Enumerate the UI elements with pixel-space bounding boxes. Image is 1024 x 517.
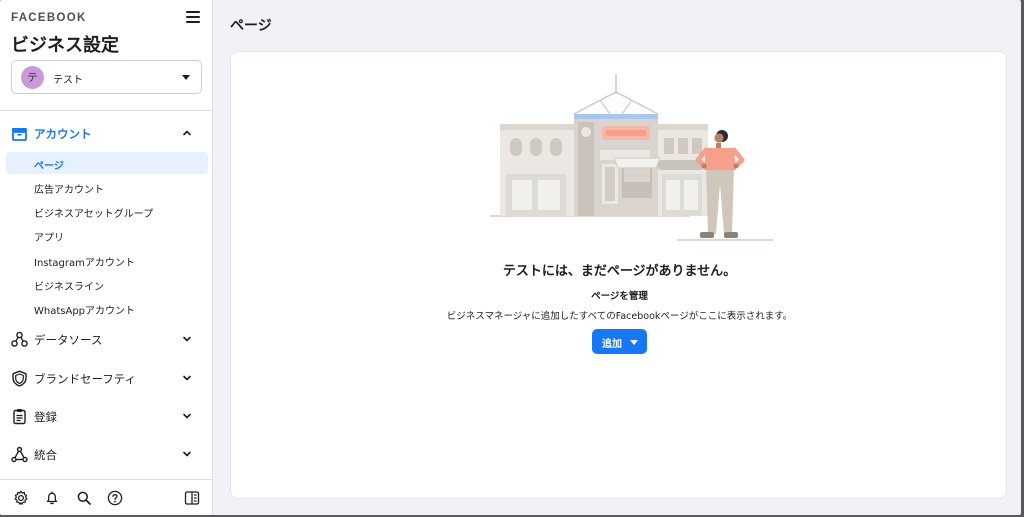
section-integration-label: 統合	[34, 448, 57, 462]
sidebar-item-business-lines[interactable]: ビジネスライン	[6, 273, 208, 295]
empty-state-card: テストには、まだページがありません。 ページを管理 ビジネスマネージャに追加した…	[230, 51, 1007, 499]
help-icon[interactable]	[107, 490, 123, 506]
chevron-down-icon	[183, 336, 191, 342]
add-button[interactable]: 追加	[592, 329, 647, 354]
section-registration[interactable]: 登録	[0, 401, 213, 431]
section-brand-safety-label: ブランドセーフティ	[34, 372, 137, 386]
sidebar-item-label: アプリ	[34, 233, 64, 244]
sidebar-item-label: 広告アカウント	[34, 185, 104, 196]
briefcase-icon	[12, 128, 27, 141]
integration-icon	[11, 446, 28, 463]
section-brand-safety[interactable]: ブランドセーフティ	[0, 363, 213, 393]
sidebar-item-label: ビジネスアセットグループ	[34, 209, 154, 220]
section-integration[interactable]: 統合	[0, 439, 213, 469]
sidebar-item-pages[interactable]: ページ	[6, 152, 208, 174]
shield-icon	[12, 370, 27, 387]
add-button-label: 追加	[602, 339, 622, 350]
gear-icon[interactable]	[13, 490, 29, 506]
sidebar-item-instagram-accounts[interactable]: Instagramアカウント	[6, 249, 208, 271]
sidebar-item-label: WhatsAppアカウント	[34, 306, 136, 317]
sidebar-item-label: Instagramアカウント	[34, 258, 135, 269]
sidebar-footer	[0, 479, 213, 515]
data-sources-icon	[11, 331, 28, 347]
clipboard-icon	[13, 409, 26, 425]
empty-state-title: テストには、まだページがありません。	[502, 264, 737, 279]
page-title: ビジネス設定	[11, 35, 119, 56]
chevron-down-icon	[183, 375, 191, 381]
sidebar: FACEBOOK ビジネス設定 テ テスト アカウント ページ 広告アカウント	[0, 0, 213, 515]
panel-toggle-icon[interactable]	[184, 490, 200, 506]
manage-pages-label: ページを管理	[591, 291, 648, 302]
bell-icon[interactable]	[44, 490, 60, 506]
business-account-selector[interactable]: テ テスト	[11, 60, 202, 94]
sidebar-item-label: ビジネスライン	[34, 282, 104, 293]
empty-state-description: ビジネスマネージャに追加したすべてのFacebookページがここに表示されます。	[446, 311, 793, 322]
section-accounts-label: アカウント	[34, 127, 92, 141]
section-data-sources[interactable]: データソース	[0, 324, 213, 354]
chevron-down-icon	[183, 413, 191, 419]
account-name: テスト	[53, 75, 83, 86]
section-registration-label: 登録	[34, 410, 57, 424]
chevron-up-icon	[183, 130, 191, 136]
section-heading: ページ	[230, 18, 272, 34]
avatar: テ	[21, 66, 44, 89]
caret-down-icon	[630, 340, 638, 345]
chevron-down-icon	[183, 451, 191, 457]
section-data-sources-label: データソース	[34, 333, 103, 347]
divider	[0, 110, 213, 111]
app-window: FACEBOOK ビジネス設定 テ テスト アカウント ページ 広告アカウント	[0, 0, 1021, 515]
caret-down-icon	[182, 75, 190, 80]
sidebar-item-label: ページ	[34, 161, 64, 172]
storefront-illustration	[490, 74, 773, 241]
sidebar-item-ad-accounts[interactable]: 広告アカウント	[6, 176, 208, 198]
sidebar-item-apps[interactable]: アプリ	[6, 224, 208, 246]
section-accounts[interactable]: アカウント	[0, 118, 213, 148]
search-icon[interactable]	[76, 490, 92, 506]
sidebar-item-whatsapp-accounts[interactable]: WhatsAppアカウント	[6, 297, 208, 319]
sidebar-item-business-asset-groups[interactable]: ビジネスアセットグループ	[6, 200, 208, 222]
menu-icon[interactable]	[186, 11, 200, 23]
facebook-logo: FACEBOOK	[11, 12, 87, 24]
